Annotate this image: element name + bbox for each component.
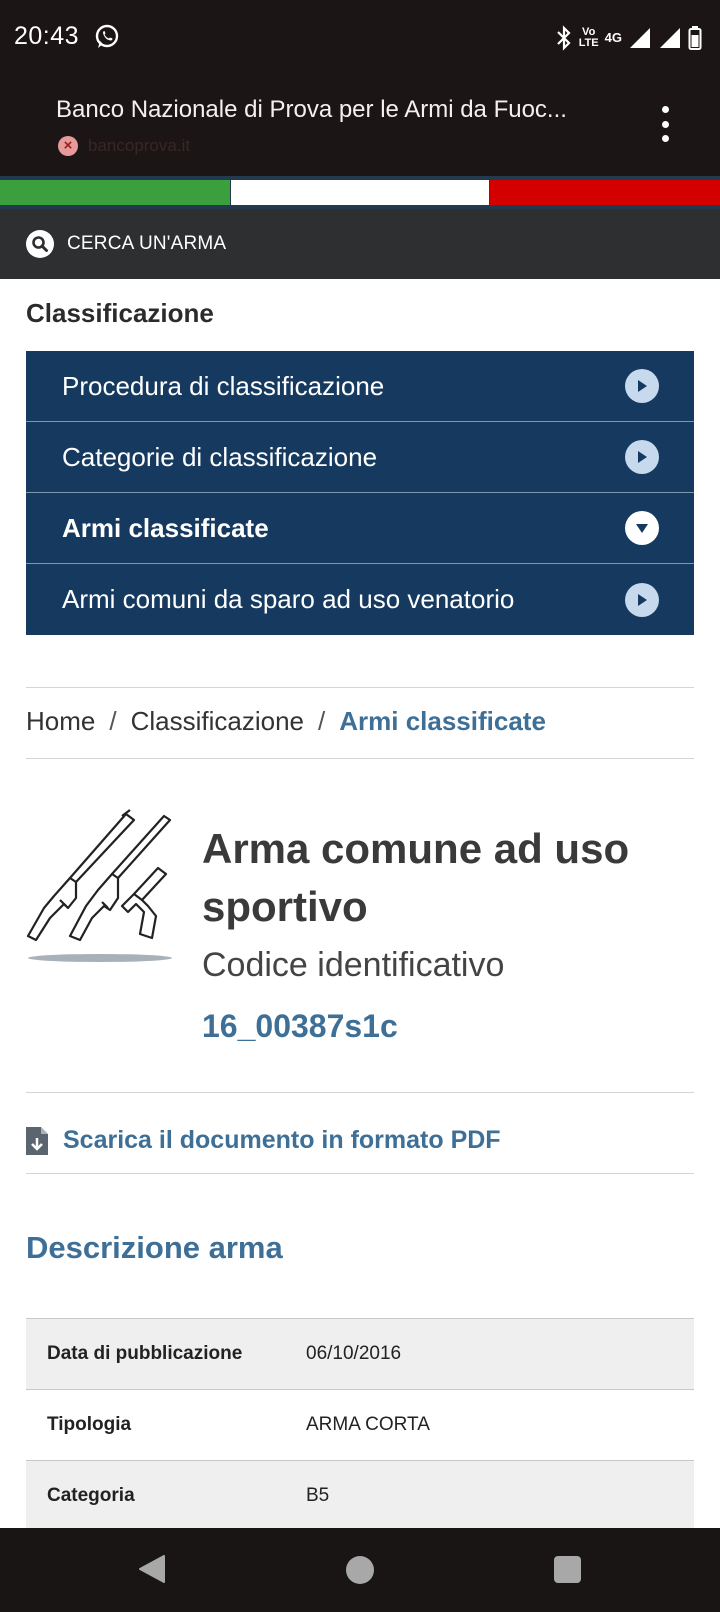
spec-key: Categoria [47, 1485, 135, 1506]
breadcrumb-separator: / [109, 706, 117, 736]
whatsapp-icon [95, 24, 119, 48]
signal-icon [630, 28, 650, 48]
flag-white [231, 180, 489, 205]
menu-item-armi-venatorio[interactable]: Armi comuni da sparo ad uso venatorio [26, 564, 694, 635]
browser-toolbar: Banco Nazionale di Prova per le Armi da … [0, 78, 720, 176]
signal-icon-2 [660, 28, 680, 48]
divider [26, 1173, 694, 1174]
table-row: Categoria B5 [26, 1461, 694, 1532]
search-icon [26, 230, 54, 258]
insecure-icon: × [58, 136, 78, 156]
divider [26, 687, 694, 688]
section-title: Classificazione [26, 298, 214, 328]
table-row: Data di pubblicazione 06/10/2016 [26, 1319, 694, 1390]
classification-menu: Procedura di classificazione Categorie d… [26, 351, 694, 635]
page-title[interactable]: Banco Nazionale di Prova per le Armi da … [56, 96, 616, 124]
description-title: Descrizione arma [26, 1230, 283, 1265]
menu-item-armi-classificate[interactable]: Armi classificate [26, 493, 694, 564]
breadcrumb-current[interactable]: Armi classificate [339, 706, 546, 737]
spec-table: Data di pubblicazione 06/10/2016 Tipolog… [26, 1318, 694, 1532]
chevron-right-icon [625, 440, 659, 474]
table-row: Tipologia ARMA CORTA [26, 1390, 694, 1461]
spec-value: B5 [306, 1485, 330, 1506]
breadcrumb-home[interactable]: Home [26, 706, 95, 737]
network-type: 4G [604, 30, 622, 45]
volte-bottom: LTE [578, 37, 599, 49]
breadcrumb-separator: / [318, 706, 326, 736]
battery-icon [688, 26, 702, 50]
menu-item-label: Armi classificate [62, 512, 269, 543]
spec-value: ARMA CORTA [306, 1414, 430, 1435]
bluetooth-icon [556, 25, 571, 51]
home-icon[interactable] [346, 1556, 374, 1584]
search-label: CERCA UN'ARMA [67, 233, 227, 254]
code-label: Codice identificativo [202, 946, 505, 984]
url-text: bancoprova.it [88, 136, 191, 155]
url-bar[interactable]: × bancoprova.it [58, 136, 190, 156]
menu-item-label: Armi comuni da sparo ad uso venatorio [62, 584, 515, 614]
breadcrumb: Home / Classificazione / Armi classifica… [26, 706, 546, 737]
menu-item-procedura[interactable]: Procedura di classificazione [26, 351, 694, 422]
download-pdf-link[interactable]: Scarica il documento in formato PDF [26, 1126, 501, 1155]
chevron-right-icon [625, 369, 659, 403]
status-bar: 20:43 Vo LTE 4G [0, 0, 720, 78]
spec-key: Tipologia [47, 1414, 132, 1435]
menu-item-label: Categorie di classificazione [62, 441, 378, 472]
status-icons: Vo LTE 4G [555, 24, 702, 52]
menu-item-label: Procedura di classificazione [62, 370, 385, 401]
chevron-down-icon [625, 511, 659, 545]
italian-flag-banner [0, 176, 720, 209]
system-nav-bar [0, 1528, 720, 1612]
download-pdf-label: Scarica il documento in formato PDF [63, 1126, 501, 1154]
menu-item-categorie[interactable]: Categorie di classificazione [26, 422, 694, 493]
flag-red [490, 180, 720, 205]
firearms-icon [26, 809, 172, 962]
spec-key: Data di pubblicazione [47, 1343, 243, 1364]
recents-icon[interactable] [554, 1556, 581, 1583]
volte-indicator: Vo LTE [579, 27, 599, 49]
product-title: Arma comune ad uso sportivo [202, 825, 630, 930]
spec-value: 06/10/2016 [306, 1343, 402, 1364]
divider [26, 758, 694, 759]
back-icon[interactable] [138, 1554, 166, 1584]
flag-green [0, 180, 230, 205]
more-options-icon[interactable] [660, 106, 670, 142]
breadcrumb-classificazione[interactable]: Classificazione [131, 706, 304, 737]
chevron-right-icon [625, 582, 659, 617]
download-document-icon [26, 1126, 48, 1155]
status-time: 20:43 [14, 22, 80, 50]
search-weapon-button[interactable]: CERCA UN'ARMA [0, 209, 720, 279]
code-value: 16_00387s1c [202, 1008, 398, 1044]
divider [26, 1092, 694, 1093]
